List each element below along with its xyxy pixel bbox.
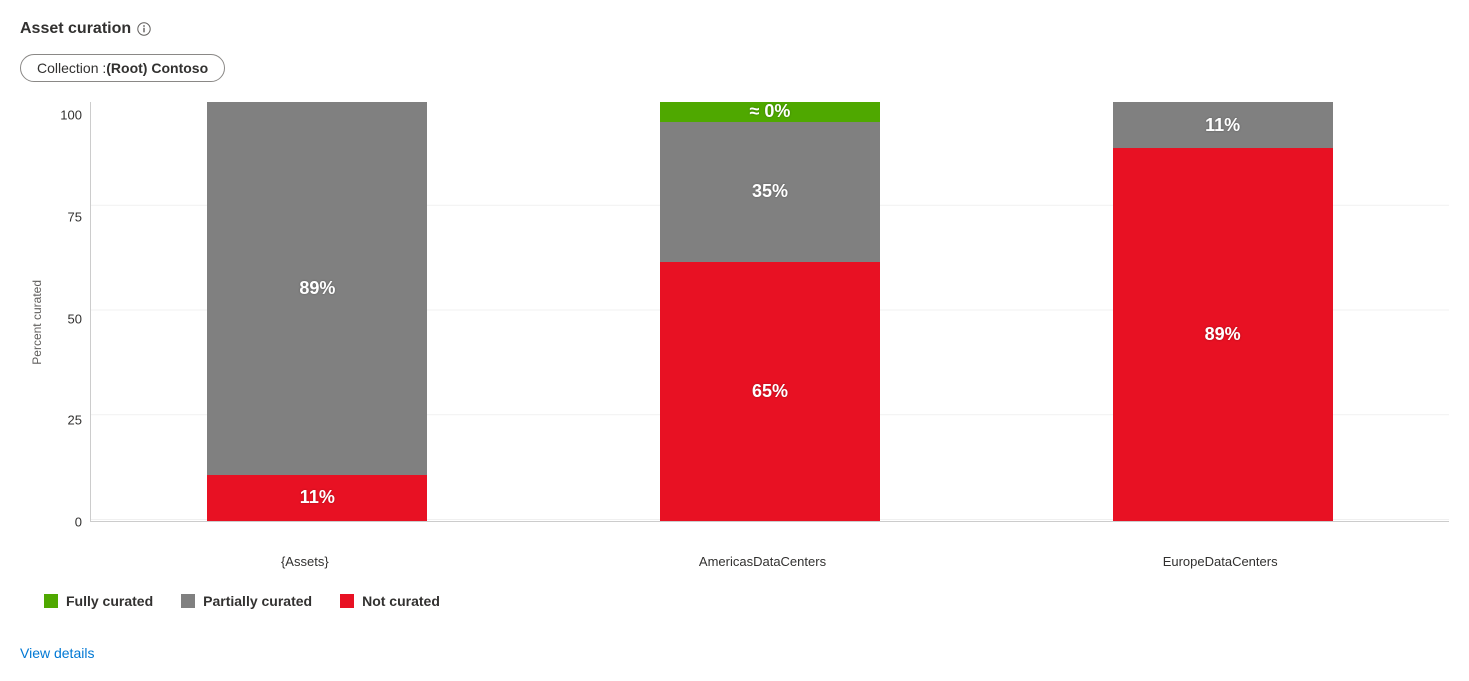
bar-segment[interactable]: 89% [1113, 148, 1333, 521]
swatch-icon [181, 594, 195, 608]
bar-segment[interactable]: ≈ 0% [660, 102, 880, 122]
collection-filter-chip[interactable]: Collection : (Root) Contoso [20, 54, 225, 82]
y-axis: 100 75 50 25 0 [50, 102, 90, 542]
bar-segment[interactable]: 11% [207, 475, 427, 521]
collection-filter-value: (Root) Contoso [106, 60, 208, 76]
bar-segment[interactable]: 89% [207, 102, 427, 475]
y-tick: 75 [68, 210, 82, 223]
chart-header: Asset curation [20, 20, 1449, 38]
legend-item-partially-curated[interactable]: Partially curated [181, 593, 312, 609]
x-tick-label: EuropeDataCenters [1110, 554, 1330, 569]
x-tick-label: {Assets} [195, 554, 415, 569]
chart-title: Asset curation [20, 20, 131, 38]
chart-plot: 89%11%≈ 0%35%65%11%89% [90, 102, 1449, 522]
y-tick: 100 [60, 109, 82, 122]
legend-item-fully-curated[interactable]: Fully curated [44, 593, 153, 609]
legend-label: Fully curated [66, 593, 153, 609]
bar-stack[interactable]: ≈ 0%35%65% [660, 102, 880, 521]
bar-stack[interactable]: 11%89% [1113, 102, 1333, 521]
legend-item-not-curated[interactable]: Not curated [340, 593, 440, 609]
y-tick: 0 [75, 516, 82, 529]
y-tick: 50 [68, 312, 82, 325]
y-axis-label: Percent curated [30, 280, 44, 365]
legend-label: Not curated [362, 593, 440, 609]
collection-filter-label: Collection : [37, 60, 106, 76]
swatch-icon [340, 594, 354, 608]
x-tick-label: AmericasDataCenters [652, 554, 872, 569]
legend-label: Partially curated [203, 593, 312, 609]
bar-segment[interactable]: 35% [660, 122, 880, 262]
chart-area: Percent curated 100 75 50 25 0 89%11%≈ 0… [30, 102, 1449, 542]
y-tick: 25 [68, 414, 82, 427]
bar-segment[interactable]: 11% [1113, 102, 1333, 148]
chart-legend: Fully curated Partially curated Not cura… [44, 593, 1449, 609]
x-axis-labels: {Assets} AmericasDataCenters EuropeDataCen… [76, 542, 1449, 569]
bar-stack[interactable]: 89%11% [207, 102, 427, 521]
view-details-link[interactable]: View details [20, 645, 94, 661]
bar-segment[interactable]: 65% [660, 262, 880, 521]
swatch-icon [44, 594, 58, 608]
info-icon[interactable] [137, 22, 151, 36]
